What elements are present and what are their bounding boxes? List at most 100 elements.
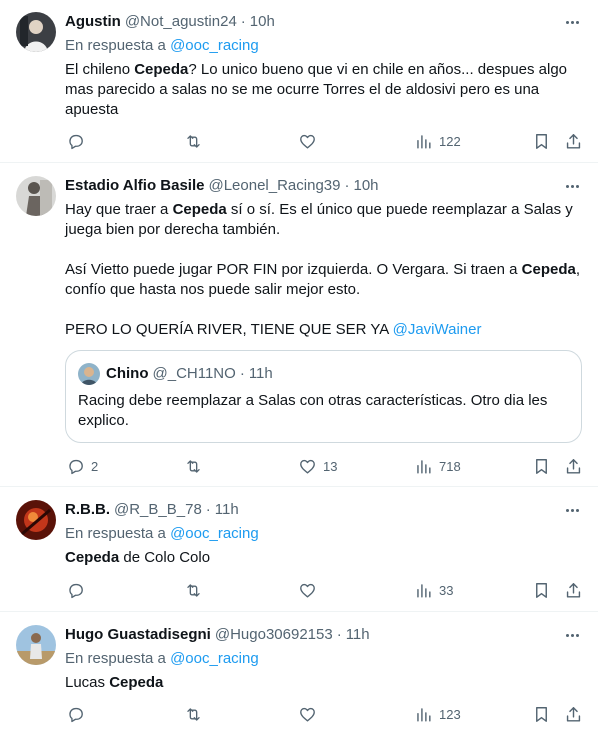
like-button[interactable] xyxy=(298,704,323,724)
bookmark-button[interactable] xyxy=(532,704,551,724)
quoted-tweet[interactable]: Chino @_CH11NO · 11h Racing debe reempla… xyxy=(65,350,582,443)
heart-icon xyxy=(300,583,315,598)
retweet-button[interactable] xyxy=(184,704,209,724)
views-chart-icon xyxy=(417,583,431,598)
retweet-button[interactable] xyxy=(184,456,209,476)
timestamp[interactable]: 11h xyxy=(346,625,370,645)
avatar[interactable] xyxy=(16,500,56,540)
quoted-tweet-text: Racing debe reemplazar a Salas con otras… xyxy=(78,392,548,429)
comment-icon xyxy=(69,707,83,722)
bookmark-icon xyxy=(536,133,547,149)
reply-label: En respuesta a xyxy=(65,37,166,54)
paragraph-1: Hay que traer a Cepeda sí o sí. Es el ún… xyxy=(65,201,573,238)
timestamp[interactable]: 10h xyxy=(250,12,275,32)
share-button[interactable] xyxy=(564,704,583,724)
paragraph-3: PERO LO QUERÍA RIVER, TIENE QUE SER YA @… xyxy=(65,321,482,338)
separator-dot: · xyxy=(336,626,342,643)
views-chart-icon xyxy=(417,707,431,722)
reply-label: En respuesta a xyxy=(65,525,166,542)
more-dots-icon[interactable] xyxy=(562,12,582,32)
tweet-text: El chileno Cepeda? Lo unico bueno que vi… xyxy=(65,61,568,118)
mention-link[interactable]: @JaviWainer xyxy=(393,321,482,338)
author-handle[interactable]: @Not_agustin24 xyxy=(125,12,237,32)
avatar[interactable] xyxy=(78,363,100,385)
retweet-button[interactable] xyxy=(184,580,209,600)
heart-icon xyxy=(300,134,315,149)
action-bar: 2 13 718 xyxy=(58,456,590,476)
more-dots-icon[interactable] xyxy=(562,176,582,196)
action-bar: 123 xyxy=(58,704,590,724)
share-button[interactable] xyxy=(564,131,583,151)
avatar[interactable] xyxy=(16,625,56,665)
author-handle[interactable]: @Leonel_Racing39 xyxy=(208,176,340,196)
author-name[interactable]: Hugo Guastadisegni xyxy=(65,625,211,645)
bookmark-icon xyxy=(536,458,547,474)
tweet-text: Hay que traer a Cepeda sí o sí. Es el ún… xyxy=(65,200,582,340)
share-button[interactable] xyxy=(564,580,583,600)
share-icon xyxy=(566,133,581,149)
more-dots-icon[interactable] xyxy=(562,500,582,520)
timestamp[interactable]: 11h xyxy=(215,500,239,520)
views-button[interactable]: 122 xyxy=(414,131,461,151)
tweet-agustin[interactable]: Agustin @Not_agustin24 · 10h En respuest… xyxy=(0,0,598,163)
quoted-timestamp[interactable]: 11h xyxy=(249,364,273,384)
bookmark-button[interactable] xyxy=(532,580,551,600)
tweet-text: Cepeda de Colo Colo xyxy=(65,549,211,566)
bookmark-button[interactable] xyxy=(532,456,551,476)
reply-to-link[interactable]: @ooc_racing xyxy=(170,650,259,667)
reply-button[interactable] xyxy=(66,131,91,151)
quoted-author-handle[interactable]: @_CH11NO xyxy=(153,364,236,384)
tweet-estadio-alfio-basile[interactable]: Estadio Alfio Basile @Leonel_Racing39 · … xyxy=(0,164,598,487)
reply-to-link[interactable]: @ooc_racing xyxy=(170,525,259,542)
reply-button[interactable] xyxy=(66,580,91,600)
views-button[interactable]: 718 xyxy=(414,456,461,476)
reply-to-link[interactable]: @ooc_racing xyxy=(170,37,259,54)
avatar[interactable] xyxy=(16,12,56,52)
author-handle[interactable]: @Hugo30692153 xyxy=(215,625,333,645)
views-button[interactable]: 33 xyxy=(414,580,453,600)
share-button[interactable] xyxy=(564,456,583,476)
quoted-author-name[interactable]: Chino xyxy=(106,364,149,384)
bookmark-icon xyxy=(536,582,547,598)
comment-icon xyxy=(69,134,83,149)
reply-context: En respuesta a @ooc_racing xyxy=(65,649,259,669)
share-icon xyxy=(566,458,581,474)
retweet-icon xyxy=(187,707,200,721)
separator-dot: · xyxy=(205,501,211,518)
separator-dot: · xyxy=(240,13,246,30)
heart-icon xyxy=(300,707,315,722)
reply-context: En respuesta a @ooc_racing xyxy=(65,524,259,544)
comment-icon xyxy=(69,583,83,598)
more-dots-icon[interactable] xyxy=(562,625,582,645)
author-name[interactable]: R.B.B. xyxy=(65,500,110,520)
avatar[interactable] xyxy=(16,176,56,216)
reply-button[interactable] xyxy=(66,704,91,724)
views-chart-icon xyxy=(417,134,431,149)
author-name[interactable]: Agustin xyxy=(65,12,121,32)
share-icon xyxy=(566,706,581,722)
like-button[interactable] xyxy=(298,580,323,600)
like-button[interactable] xyxy=(298,131,323,151)
retweet-icon xyxy=(187,583,200,597)
bookmark-icon xyxy=(536,706,547,722)
timestamp[interactable]: 10h xyxy=(353,176,378,196)
tweet-rbb[interactable]: R.B.B. @R_B_B_78 · 11h En respuesta a @o… xyxy=(0,488,598,612)
bookmark-button[interactable] xyxy=(532,131,551,151)
tweet-hugo-guastadisegni[interactable]: Hugo Guastadisegni @Hugo30692153 · 11h E… xyxy=(0,613,598,734)
tweet-text: Lucas Cepeda xyxy=(65,674,164,691)
separator-dot: · xyxy=(239,365,245,382)
like-button[interactable]: 13 xyxy=(298,456,337,476)
author-name[interactable]: Estadio Alfio Basile xyxy=(65,176,204,196)
retweet-icon xyxy=(187,134,200,148)
reply-context: En respuesta a @ooc_racing xyxy=(65,36,259,56)
author-handle[interactable]: @R_B_B_78 xyxy=(114,500,202,520)
heart-icon xyxy=(300,459,315,474)
views-button[interactable]: 123 xyxy=(414,704,461,724)
reply-label: En respuesta a xyxy=(65,650,166,667)
retweet-button[interactable] xyxy=(184,131,209,151)
retweet-icon xyxy=(187,459,200,473)
reply-button[interactable]: 2 xyxy=(66,456,98,476)
share-icon xyxy=(566,582,581,598)
views-chart-icon xyxy=(417,459,431,474)
comment-icon xyxy=(69,459,83,474)
